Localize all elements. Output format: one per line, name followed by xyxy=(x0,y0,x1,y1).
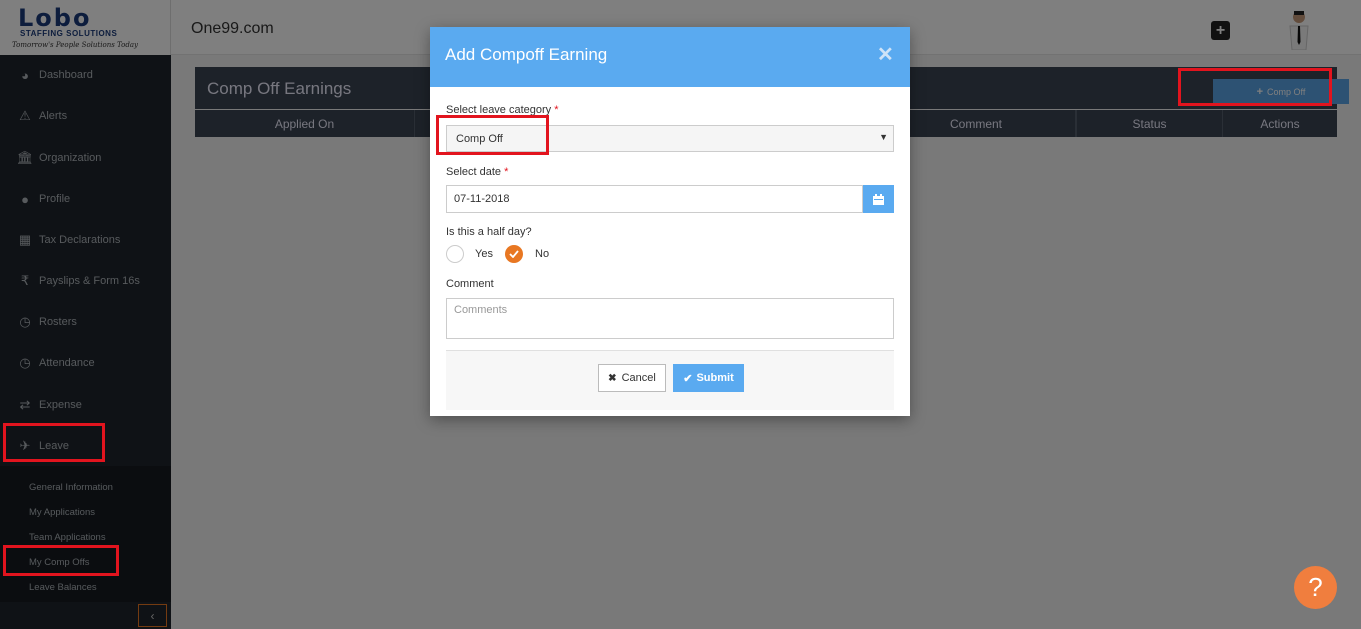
close-icon[interactable]: ✕ xyxy=(877,42,894,67)
check-icon xyxy=(509,250,519,258)
calendar-button[interactable] xyxy=(863,185,894,213)
date-field[interactable]: 07-11-2018 xyxy=(446,185,863,213)
comment-label: Comment xyxy=(446,278,494,290)
close-icon: ✖ xyxy=(608,372,617,384)
highlight-leave-menu xyxy=(3,423,105,462)
modal-title: Add Compoff Earning xyxy=(445,45,608,64)
modal-header: Add Compoff Earning ✕ xyxy=(430,27,910,87)
add-compoff-modal: Add Compoff Earning ✕ Select leave categ… xyxy=(430,27,910,416)
dropdown-arrow-icon: ▼ xyxy=(879,132,888,142)
calendar-icon xyxy=(873,193,884,205)
modal-footer: ✖ Cancel ✔ Submit xyxy=(446,350,894,410)
submit-button[interactable]: ✔ Submit xyxy=(673,364,744,392)
highlight-add-comp-off xyxy=(1178,68,1332,106)
cancel-label: Cancel xyxy=(621,372,656,384)
date-label: Select date * xyxy=(446,166,509,178)
submit-label: Submit xyxy=(696,372,734,384)
comment-textarea[interactable]: Comments xyxy=(446,298,894,339)
half-day-yes-radio[interactable] xyxy=(446,245,464,263)
half-day-no-label: No xyxy=(535,248,550,260)
highlight-leave-category xyxy=(436,115,549,155)
highlight-my-comp-offs xyxy=(3,545,119,576)
check-icon: ✔ xyxy=(683,372,693,385)
half-day-no-radio[interactable] xyxy=(505,245,523,263)
half-day-yes-label: Yes xyxy=(475,248,493,260)
help-button[interactable]: ? xyxy=(1294,566,1337,609)
half-day-label: Is this a half day? xyxy=(446,226,532,238)
cancel-button[interactable]: ✖ Cancel xyxy=(598,364,666,392)
